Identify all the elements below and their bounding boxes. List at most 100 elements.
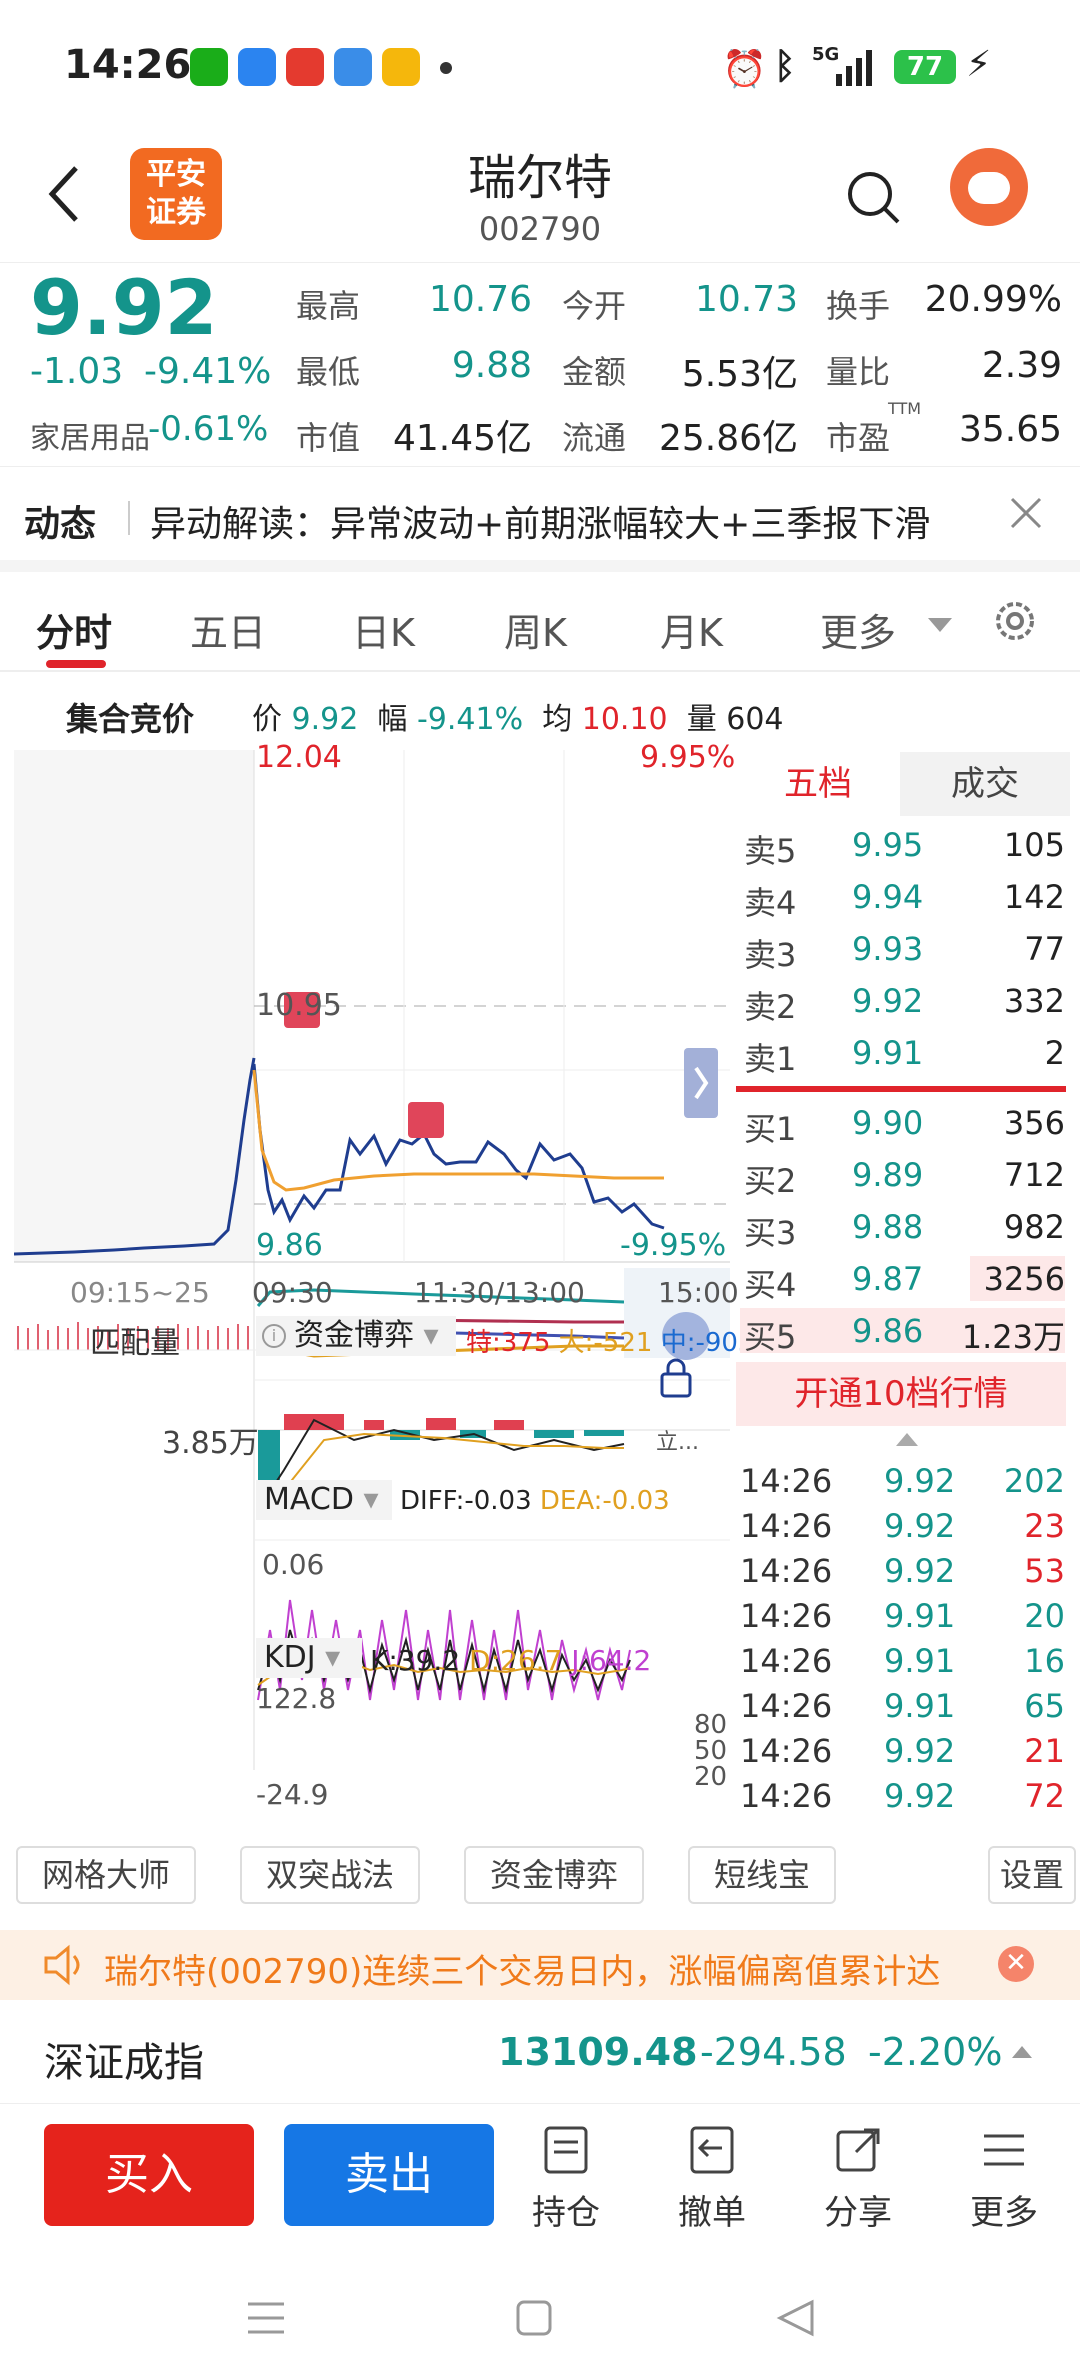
x-label-auction: 09:15~25 [70, 1276, 210, 1309]
tab-daily-k[interactable]: 日K [352, 602, 415, 657]
broker-logo[interactable]: 平安 证券 [130, 148, 222, 240]
match-volume-label: 匹配量 [90, 1326, 180, 1361]
buy-marker[interactable]: 买 [290, 1120, 316, 1157]
fund-indicator-select[interactable]: 资金博弈 ▾ [256, 1316, 456, 1356]
sell-button[interactable]: 卖出 [284, 2124, 494, 2226]
weibo-icon [382, 48, 420, 86]
cancel-order-button[interactable]: 撤单 [662, 2124, 762, 2234]
low-value: 9.88 [451, 345, 532, 386]
sector-name[interactable]: 家居用品 [30, 413, 150, 457]
home-icon[interactable] [516, 2300, 552, 2336]
cloud-app-icon [334, 48, 372, 86]
chart-top-price: 12.04 [256, 740, 342, 775]
ask-row[interactable]: 卖2 9.92 332 [740, 978, 1065, 1026]
info-icon[interactable]: i [262, 1324, 286, 1348]
amount-value: 5.53亿 [681, 354, 798, 395]
chevron-down-icon[interactable] [926, 616, 954, 636]
kdj-bottom-label: -24.9 [256, 1778, 329, 1811]
tab-weekly-k[interactable]: 周K [504, 602, 567, 657]
mktcap-label: 市值 [296, 419, 361, 457]
ask-row[interactable]: 卖3 9.93 77 [740, 926, 1065, 974]
trade-row: 14:26 9.92 202 [740, 1462, 1065, 1500]
news-text[interactable]: 异动解读：异常波动+前期涨幅较大+三季报下滑 [150, 495, 930, 547]
float-label: 流通 [562, 419, 627, 457]
macd-values: DIFF:-0.03 DEA:-0.03 [400, 1486, 670, 1516]
back-icon[interactable] [44, 162, 84, 226]
back-nav-icon[interactable] [776, 2298, 816, 2338]
search-icon[interactable] [844, 168, 904, 228]
trade-row: 14:26 9.91 16 [740, 1642, 1065, 1680]
mktcap-value: 41.45亿 [392, 418, 532, 459]
chevron-down-icon: ▾ [325, 1640, 341, 1675]
level10-button[interactable]: 开通10档行情 [736, 1362, 1066, 1426]
sector-change[interactable]: -0.61% [148, 409, 268, 449]
open-label: 今开 [562, 287, 627, 325]
tab-transactions[interactable]: 成交 [900, 752, 1070, 816]
buy-button[interactable]: 买入 [44, 2124, 254, 2226]
tab-more[interactable]: 更多 [820, 602, 896, 657]
alert-banner[interactable]: 瑞尔特(002790)连续三个交易日内，涨幅偏离值累计达 ✕ [0, 1930, 1080, 2000]
tab-monthly-k[interactable]: 月K [660, 602, 723, 657]
tab-indicator [46, 660, 106, 668]
index-name: 深证成指 [44, 2040, 204, 2086]
float-value: 25.86亿 [658, 418, 798, 459]
tab-intraday[interactable]: 分时 [36, 602, 112, 657]
turnover-label: 换手 [826, 287, 891, 325]
vol-ratio-value: 2.39 [981, 345, 1062, 386]
more-button[interactable]: 更多 [954, 2124, 1054, 2234]
alert-text[interactable]: 瑞尔特(002790)连续三个交易日内，涨幅偏离值累计达 [104, 1944, 940, 1993]
ask-row[interactable]: 卖4 9.94 142 [740, 874, 1065, 922]
fund-game-button[interactable]: 资金博弈 [464, 1846, 644, 1904]
index-bar[interactable]: 深证成指 13109.48 -294.58 -2.20% [0, 2000, 1080, 2104]
open-value: 10.73 [694, 279, 798, 320]
lock-icon[interactable] [656, 1356, 696, 1400]
bid-row[interactable]: 买2 9.89 712 [740, 1152, 1065, 1200]
news-label: 动态 [24, 504, 97, 545]
double-breakout-button[interactable]: 双突战法 [240, 1846, 420, 1904]
bid-row[interactable]: 买4 9.87 3256 [740, 1256, 1065, 1304]
bid-row[interactable]: 买1 9.90 356 [740, 1100, 1065, 1148]
buy-marker[interactable]: 买 [414, 1230, 440, 1267]
bid-row[interactable]: 买3 9.88 982 [740, 1204, 1065, 1252]
pe-label: 市盈 [826, 419, 891, 457]
recent-apps-icon[interactable] [246, 2300, 286, 2336]
price-info-row: 价 9.92 幅 -9.41% 均 10.10 量 604 [252, 702, 784, 737]
match-volume-value: 3.85万 [162, 1426, 259, 1461]
short-term-button[interactable]: 短线宝 [688, 1846, 836, 1904]
holdings-button[interactable]: 持仓 [516, 2124, 616, 2234]
gear-icon[interactable] [990, 596, 1040, 646]
trade-row: 14:26 9.91 65 [740, 1687, 1065, 1725]
settings-button[interactable]: 设置 [988, 1846, 1076, 1904]
chart-bottom-price: 9.86 [256, 1228, 323, 1263]
orderbook-divider [736, 1086, 1066, 1092]
auction-label: 集合竞价 [66, 700, 195, 738]
tab-five-day[interactable]: 五日 [190, 602, 266, 657]
ask-row[interactable]: 卖5 9.95 105 [740, 822, 1065, 870]
share-button[interactable]: 分享 [808, 2124, 908, 2234]
chevron-up-icon[interactable] [1010, 2044, 1034, 2060]
bluetooth-icon: ᛒ [774, 46, 796, 87]
close-icon[interactable]: ✕ [998, 1946, 1034, 1982]
orderbook-tabs: 五档 成交 [736, 752, 1070, 816]
ask-row[interactable]: 卖1 9.91 2 [740, 1030, 1065, 1078]
news-bar[interactable]: 动态 异动解读：异常波动+前期涨幅较大+三季报下滑 [0, 466, 1080, 572]
chevron-up-icon[interactable] [894, 1430, 920, 1448]
grid-master-button[interactable]: 网格大师 [16, 1846, 196, 1904]
index-value: 13109.48 [498, 2030, 698, 2074]
signal-icon [836, 50, 872, 86]
kdj-levels: 80 50 20 [694, 1710, 728, 1792]
bottom-action-bar: 买入 卖出 持仓 撤单 分享 更多 [0, 2104, 1080, 2254]
stock-code: 002790 [478, 210, 602, 248]
chevron-down-icon: ▾ [363, 1482, 379, 1517]
index-change: -294.58 [700, 2030, 847, 2074]
kdj-select[interactable]: KDJ ▾ [256, 1638, 362, 1678]
unlock-text[interactable]: 立... [656, 1424, 699, 1456]
feather-app-icon [238, 48, 276, 86]
close-icon[interactable] [1008, 495, 1044, 531]
last-price: 9.92 [30, 263, 218, 352]
tab-five-level[interactable]: 五档 [736, 752, 900, 816]
x-label-noon: 11:30/13:00 [414, 1276, 585, 1309]
macd-select[interactable]: MACD ▾ [256, 1480, 392, 1520]
avatar[interactable] [950, 148, 1028, 226]
bid-row[interactable]: 买5 9.86 1.23万 [740, 1308, 1065, 1356]
